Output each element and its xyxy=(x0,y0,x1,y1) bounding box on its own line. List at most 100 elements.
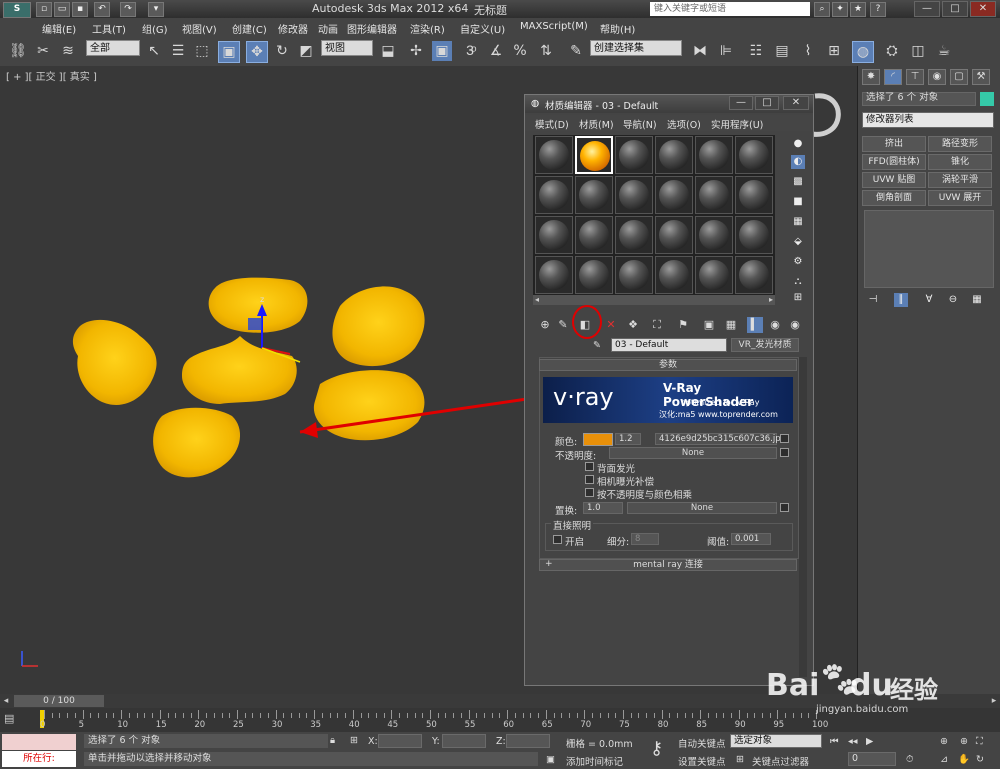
taper-button[interactable]: 锥化 xyxy=(928,154,992,170)
redo-icon[interactable]: ↷ xyxy=(120,2,136,17)
make-unique-icon[interactable]: ∀ xyxy=(922,293,936,307)
texture-map-button[interactable]: 4126e9d25bc315c607c36.jpg) xyxy=(655,433,789,445)
link-icon[interactable]: ⛓ xyxy=(8,41,28,61)
menu-customize[interactable]: 自定义(U) xyxy=(460,21,505,36)
help-icon[interactable]: ? xyxy=(870,2,886,17)
time-config-icon[interactable]: ⏱ xyxy=(906,754,913,765)
me-menu-navigation[interactable]: 导航(N) xyxy=(623,117,657,131)
subdivs-spinner[interactable]: 8 xyxy=(631,533,659,545)
extrude-button[interactable]: 挤出 xyxy=(862,136,926,152)
select-by-name-icon[interactable]: ☰ xyxy=(168,41,188,61)
pin-stack-icon[interactable]: ⊣ xyxy=(866,293,880,307)
utilities-tab-icon[interactable]: ⚒ xyxy=(972,69,990,85)
snaps-toggle-icon[interactable]: 3ͦ xyxy=(460,41,480,61)
slider-left-icon[interactable]: ◂ xyxy=(0,695,12,707)
zoom-extents-icon[interactable]: ⛶ xyxy=(976,736,983,747)
put-to-scene-icon[interactable]: ✎ xyxy=(555,317,571,333)
absolute-mode-icon[interactable]: ⊞ xyxy=(350,735,358,746)
unwrap-uvw-button[interactable]: UVW 展开 xyxy=(928,190,992,206)
params-header[interactable]: 参数 xyxy=(539,359,797,371)
modifier-list-dropdown[interactable]: 修改器列表 xyxy=(862,112,994,128)
object-color-swatch[interactable] xyxy=(980,92,994,106)
subscription-icon[interactable]: ✦ xyxy=(832,2,848,17)
layer-manager-icon[interactable]: ☷ xyxy=(746,41,766,61)
selection-info-field[interactable]: 选择了 6 个 对象 xyxy=(862,92,976,106)
motion-tab-icon[interactable]: ◉ xyxy=(928,69,946,85)
rect-selection-icon[interactable]: ⬚ xyxy=(192,41,212,61)
maxscript-listener[interactable] xyxy=(2,734,76,750)
material-slot[interactable] xyxy=(575,256,613,294)
curve-editor-icon[interactable]: ⌇ xyxy=(798,41,818,61)
undo-icon[interactable]: ↶ xyxy=(94,2,110,17)
select-scale-icon[interactable]: ◩ xyxy=(296,41,316,61)
x-coord-field[interactable] xyxy=(378,734,422,748)
camera-exposure-checkbox[interactable] xyxy=(585,475,594,484)
sample-type-icon[interactable]: ● xyxy=(791,137,805,151)
menu-views[interactable]: 视图(V) xyxy=(182,21,217,36)
scroll-left-icon[interactable]: ◂ xyxy=(535,295,539,304)
editor-scrollbar[interactable] xyxy=(799,357,807,677)
direct-on-checkbox[interactable] xyxy=(553,535,562,544)
menu-tools[interactable]: 工具(T) xyxy=(92,21,126,36)
unlink-icon[interactable]: ✂ xyxy=(33,41,53,61)
go-forward-icon[interactable]: ◉ xyxy=(787,317,803,333)
render-setup-icon[interactable]: ⛭ xyxy=(882,41,902,61)
menu-rendering[interactable]: 渲染(R) xyxy=(410,21,445,36)
select-by-material-icon[interactable]: ⛬ xyxy=(791,275,805,289)
material-slot[interactable] xyxy=(575,176,613,214)
pick-material-icon[interactable]: ✎ xyxy=(593,340,601,351)
me-menu-utilities[interactable]: 实用程序(U) xyxy=(711,117,763,131)
opacity-map-button[interactable]: None xyxy=(609,447,777,459)
project-folder-icon[interactable]: ▾ xyxy=(148,2,164,17)
path-deform-button[interactable]: 路径变形 xyxy=(928,136,992,152)
pivot-center-icon[interactable]: ⬓ xyxy=(378,41,398,61)
prev-frame-icon[interactable]: ◂◂ xyxy=(848,736,858,747)
configure-sets-icon[interactable]: ▦ xyxy=(970,293,984,307)
select-manipulate-icon[interactable]: ✢ xyxy=(406,41,426,61)
material-slot[interactable] xyxy=(535,136,573,174)
menu-help[interactable]: 帮助(H) xyxy=(600,21,635,36)
material-slot[interactable] xyxy=(735,256,773,294)
modify-tab-icon[interactable]: ◜ xyxy=(884,69,902,85)
material-slot[interactable] xyxy=(575,216,613,254)
app-logo-icon[interactable]: S xyxy=(3,2,31,18)
material-slot[interactable] xyxy=(655,256,693,294)
turbosmooth-button[interactable]: 涡轮平滑 xyxy=(928,172,992,188)
put-to-library-icon[interactable]: ⚑ xyxy=(675,317,691,333)
viewport-label[interactable]: [ + ][ 正交 ][ 真实 ] xyxy=(6,68,97,83)
spinner-snap-icon[interactable]: ⇅ xyxy=(536,41,556,61)
uvw-map-button[interactable]: UVW 贴图 xyxy=(862,172,926,188)
show-end-result-icon[interactable]: ∥ xyxy=(894,293,908,307)
zoom-all-icon[interactable]: ⊕ xyxy=(960,736,968,747)
minimize-button[interactable]: — xyxy=(914,1,940,17)
selection-filter-dropdown[interactable]: 全部 xyxy=(86,40,140,56)
edit-named-selection-icon[interactable]: ✎ xyxy=(566,41,586,61)
reset-map-icon[interactable]: ✕ xyxy=(603,317,619,333)
display-tab-icon[interactable]: ▢ xyxy=(950,69,968,85)
reference-coord-dropdown[interactable]: 视图 xyxy=(321,40,373,56)
material-slot[interactable] xyxy=(615,176,653,214)
material-slot[interactable] xyxy=(655,136,693,174)
material-slot[interactable] xyxy=(735,216,773,254)
menu-graph-editors[interactable]: 图形编辑器 xyxy=(347,21,397,36)
align-icon[interactable]: ⊫ xyxy=(716,41,736,61)
displace-map-checkbox[interactable] xyxy=(780,503,789,512)
displace-map-button[interactable]: None xyxy=(627,502,777,514)
select-rotate-icon[interactable]: ↻ xyxy=(272,41,292,61)
close-button[interactable]: ✕ xyxy=(970,1,996,17)
opacity-map-checkbox[interactable] xyxy=(780,448,789,457)
select-object-icon[interactable]: ↖ xyxy=(144,41,164,61)
me-menu-mode[interactable]: 模式(D) xyxy=(535,117,569,131)
me-minimize-button[interactable]: — xyxy=(729,96,753,110)
copy-material-icon[interactable]: ❖ xyxy=(625,317,641,333)
mental-ray-expand-icon[interactable]: + xyxy=(545,559,553,569)
me-close-button[interactable]: ✕ xyxy=(783,96,809,110)
percent-snap-icon[interactable]: % xyxy=(510,41,530,61)
play-icon[interactable]: ▶ xyxy=(866,736,873,747)
material-slot[interactable] xyxy=(735,176,773,214)
go-to-start-icon[interactable]: ⏮ xyxy=(830,736,839,747)
save-file-icon[interactable]: ▪ xyxy=(72,2,88,17)
material-effects-icon[interactable]: ▣ xyxy=(701,317,717,333)
backside-emission-checkbox[interactable] xyxy=(585,462,594,471)
me-menu-material[interactable]: 材质(M) xyxy=(579,117,614,131)
